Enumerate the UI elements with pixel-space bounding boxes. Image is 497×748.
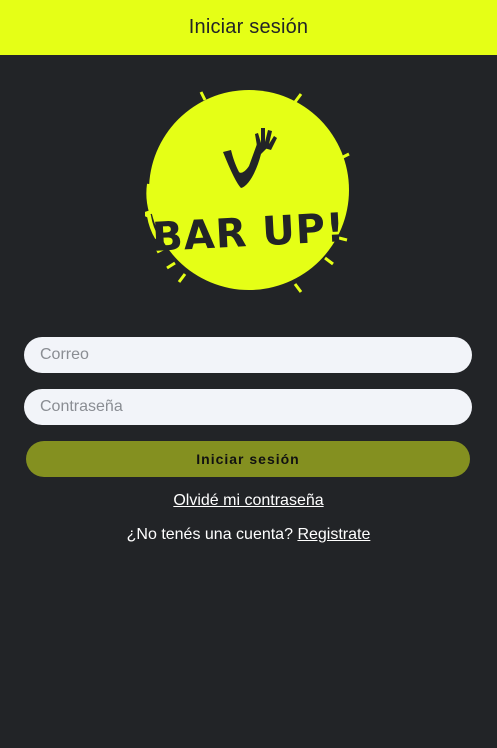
bar-up-logo: BAR UP! (145, 90, 350, 293)
forgot-password-row: Olvidé mi contraseña (0, 492, 497, 510)
app-header: Iniciar sesión (0, 0, 497, 55)
login-button[interactable]: Iniciar sesión (26, 441, 470, 477)
register-row: ¿No tenés una cuenta? Registrate (0, 526, 497, 544)
register-link[interactable]: Registrate (297, 526, 370, 543)
login-screen: Iniciar sesión BAR UP! Iniciar sesión Ol… (0, 0, 497, 748)
password-input[interactable] (24, 389, 472, 425)
page-title: Iniciar sesión (188, 16, 309, 38)
forgot-password-link[interactable]: Olvidé mi contraseña (173, 492, 323, 509)
email-input[interactable] (24, 337, 472, 373)
no-account-text: ¿No tenés una cuenta? (126, 526, 293, 543)
